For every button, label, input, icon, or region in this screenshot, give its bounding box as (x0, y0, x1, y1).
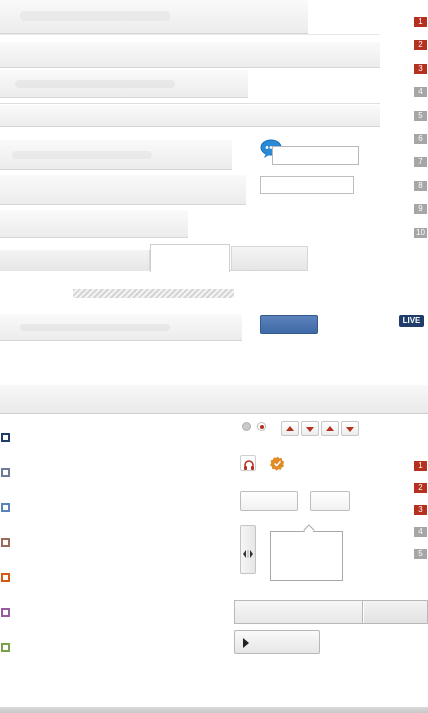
arrow-down-icon (306, 427, 314, 432)
rank-number: 6 (414, 134, 427, 144)
arrow-up-icon (326, 426, 334, 431)
row-field-1[interactable] (0, 140, 232, 170)
divider-2 (0, 103, 380, 104)
radio-gray[interactable] (242, 422, 251, 431)
arrow-down-button-2[interactable] (341, 421, 359, 436)
combo-input[interactable] (235, 601, 363, 623)
arrow-up-button-1[interactable] (281, 421, 299, 436)
arrow-up-icon (286, 426, 294, 431)
rank-number: 5 (414, 110, 427, 121)
rank-number: 7 (414, 157, 427, 168)
list-marker-inner (3, 645, 8, 650)
headphones-button[interactable] (240, 455, 256, 471)
split-handle-icon (243, 545, 253, 558)
split-handle[interactable] (240, 525, 256, 574)
play-button[interactable] (234, 630, 320, 654)
arrow-down-button-1[interactable] (301, 421, 319, 436)
tab-1[interactable] (0, 250, 150, 271)
rank-number: 2 (414, 483, 427, 493)
play-icon (243, 638, 249, 648)
row-field-4-shade (20, 324, 170, 331)
list-marker-inner (3, 435, 8, 440)
list-marker-icon (1, 433, 10, 442)
popover (270, 531, 343, 581)
combo-button[interactable] (364, 601, 427, 623)
list-marker-icon (1, 643, 10, 652)
rank-number: 1 (414, 17, 427, 27)
header-bar-4 (0, 105, 380, 127)
row-field-3[interactable] (0, 210, 188, 238)
tab-bar (0, 244, 308, 272)
small-input-1[interactable] (240, 491, 298, 511)
primary-button[interactable] (260, 315, 318, 334)
rank-number: 4 (414, 527, 427, 537)
rank-number: 2 (414, 40, 427, 51)
list-marker-inner (3, 470, 8, 475)
list-marker-inner (3, 575, 8, 580)
radio-red-dot (259, 424, 264, 429)
rank-number: 3 (414, 63, 427, 74)
tab-3[interactable] (231, 246, 308, 271)
arrow-down-icon (346, 427, 354, 432)
small-input-2[interactable] (310, 491, 350, 511)
divider-1 (0, 34, 380, 35)
combo-field[interactable] (234, 600, 428, 624)
list-marker-icon (1, 468, 10, 477)
footer-bar (0, 707, 428, 713)
rank-number: 4 (414, 87, 427, 98)
tab-2-active[interactable] (150, 244, 230, 272)
header-bar-1-shade (20, 11, 170, 21)
rank-number: 9 (414, 204, 427, 215)
live-badge: LIVE (399, 315, 424, 327)
text-input-2[interactable] (260, 176, 354, 194)
header-bar-3-shade (15, 80, 175, 88)
verified-badge-icon (270, 456, 285, 471)
arrow-up-button-2[interactable] (321, 421, 339, 436)
headphones-icon (243, 458, 255, 470)
chat-input[interactable] (272, 146, 359, 165)
header-bar-2 (0, 42, 380, 68)
rank-number: 10 (414, 227, 427, 238)
row-field-2[interactable] (0, 175, 246, 205)
list-marker-inner (3, 505, 8, 510)
list-marker-icon (1, 573, 10, 582)
striped-progress (73, 289, 234, 298)
row-field-4[interactable] (0, 314, 242, 341)
rank-number: 3 (414, 505, 427, 515)
list-marker-icon (1, 608, 10, 617)
row-field-1-shade (12, 151, 152, 159)
rank-number: 1 (414, 461, 427, 471)
radio-red[interactable] (257, 422, 266, 431)
rank-number: 8 (414, 180, 427, 191)
list-marker-icon (1, 538, 10, 547)
list-marker-inner (3, 540, 8, 545)
list-marker-inner (3, 610, 8, 615)
header-bar-3 (0, 70, 248, 98)
list-marker-icon (1, 503, 10, 512)
section-header (0, 385, 428, 414)
rank-number: 5 (414, 549, 427, 559)
header-bar-1 (0, 0, 308, 34)
